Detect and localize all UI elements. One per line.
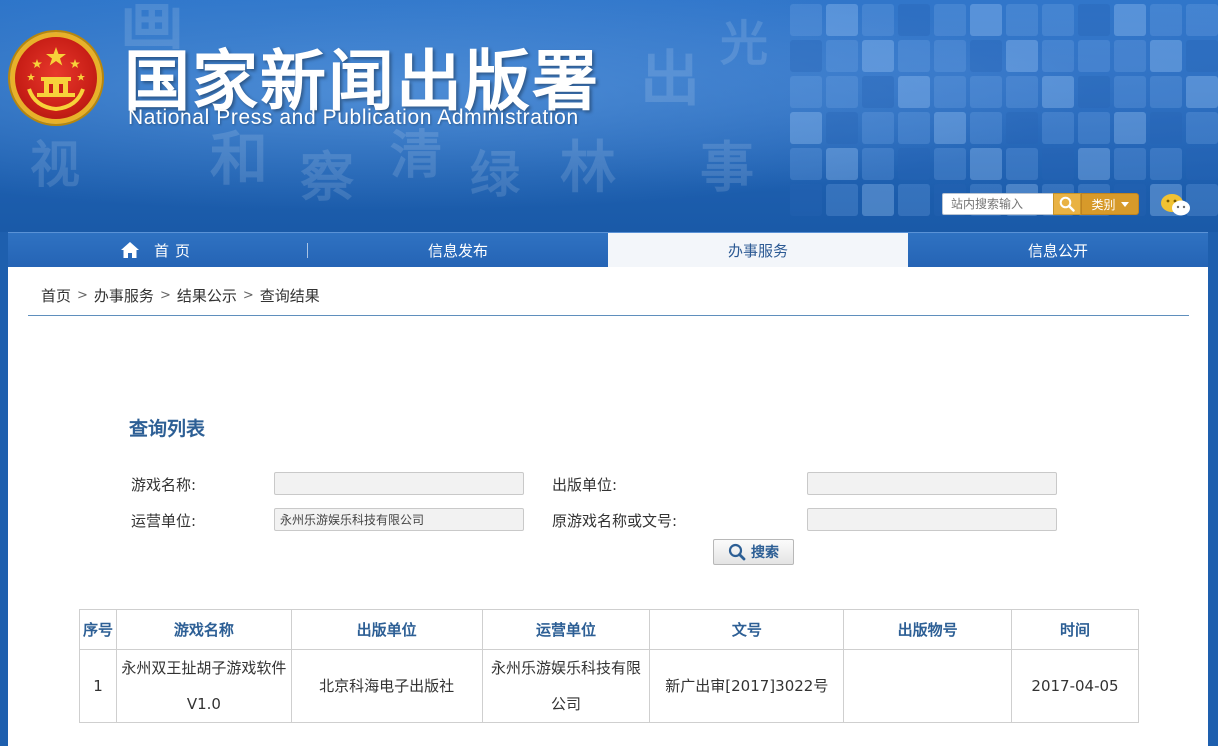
bg-calligraphy: 事 bbox=[700, 135, 754, 199]
col-header-index: 序号 bbox=[79, 609, 117, 650]
breadcrumb-separator: > bbox=[242, 288, 254, 303]
game-name-label: 游戏名称: bbox=[131, 476, 197, 494]
original-name-input[interactable] bbox=[807, 508, 1057, 531]
bg-calligraphy: 察 bbox=[300, 145, 354, 209]
main-nav: 首页 信息发布 办事服务 信息公开 bbox=[8, 232, 1208, 267]
bg-seal-grid bbox=[790, 4, 1218, 216]
query-list-title: 查询列表 bbox=[129, 418, 206, 440]
bg-calligraphy: 和 bbox=[210, 125, 269, 193]
search-icon bbox=[728, 543, 746, 561]
national-emblem-icon bbox=[10, 32, 102, 124]
col-header-game-name: 游戏名称 bbox=[115, 609, 292, 650]
cell-publisher: 北京科海电子出版社 bbox=[290, 649, 483, 723]
col-header-publisher: 出版单位 bbox=[290, 609, 483, 650]
site-header: 画 和 察 清 绿 林 出 事 视 光 国家新闻出版署 National Pre… bbox=[0, 0, 1218, 232]
bg-calligraphy: 视 bbox=[30, 135, 80, 194]
results-table: 序号 游戏名称 出版单位 运营单位 文号 出版物号 时间 1 永州双王扯胡子游戏… bbox=[79, 609, 1139, 723]
col-header-approval-no: 文号 bbox=[649, 609, 845, 650]
nav-home[interactable]: 首页 bbox=[8, 233, 308, 267]
search-icon bbox=[1059, 196, 1075, 212]
cell-game-name: 永州双王扯胡子游戏软件V1.0 bbox=[115, 649, 292, 723]
breadcrumb-query-results: 查询结果 bbox=[259, 287, 320, 305]
publisher-label: 出版单位: bbox=[552, 476, 618, 494]
original-name-label: 原游戏名称或文号: bbox=[552, 512, 678, 530]
home-icon bbox=[120, 242, 139, 258]
nav-info-release[interactable]: 信息发布 bbox=[308, 233, 608, 267]
site-search-input[interactable] bbox=[942, 193, 1054, 215]
breadcrumb-home[interactable]: 首页 bbox=[41, 285, 71, 306]
site-subtitle: National Press and Publication Administr… bbox=[128, 106, 579, 129]
site-search-button[interactable] bbox=[1053, 193, 1081, 215]
cell-date: 2017-04-05 bbox=[1011, 649, 1139, 723]
nav-info-disclosure[interactable]: 信息公开 bbox=[908, 233, 1208, 267]
main-content: 首页 > 办事服务 > 结果公示 > 查询结果 查询列表 游戏名称: 出版单位:… bbox=[8, 267, 1208, 746]
nav-home-label: 首页 bbox=[153, 241, 196, 260]
bg-calligraphy: 光 bbox=[720, 16, 769, 72]
breadcrumb-services[interactable]: 办事服务 bbox=[94, 285, 154, 306]
bg-calligraphy: 清 bbox=[390, 125, 443, 186]
col-header-operator: 运营单位 bbox=[481, 609, 651, 650]
bg-calligraphy: 绿 bbox=[470, 145, 520, 204]
operator-label: 运营单位: bbox=[131, 512, 197, 530]
category-label: 类别 bbox=[1091, 197, 1116, 212]
col-header-isbn: 出版物号 bbox=[843, 609, 1013, 650]
table-header-row: 序号 游戏名称 出版单位 运营单位 文号 出版物号 时间 bbox=[79, 609, 1139, 650]
bg-calligraphy: 出 bbox=[640, 45, 700, 115]
breadcrumb-results-notice[interactable]: 结果公示 bbox=[177, 285, 237, 306]
publisher-input[interactable] bbox=[807, 472, 1057, 495]
breadcrumb: 首页 > 办事服务 > 结果公示 > 查询结果 bbox=[41, 285, 320, 306]
query-search-button[interactable]: 搜索 bbox=[713, 539, 794, 565]
cell-isbn bbox=[843, 649, 1013, 723]
operator-input[interactable] bbox=[274, 508, 524, 531]
query-search-label: 搜索 bbox=[751, 545, 779, 561]
table-row: 1 永州双王扯胡子游戏软件V1.0 北京科海电子出版社 永州乐游娱乐科技有限公司… bbox=[79, 649, 1139, 723]
col-header-date: 时间 bbox=[1011, 609, 1139, 650]
nav-services[interactable]: 办事服务 bbox=[608, 233, 908, 267]
nav-services-label: 办事服务 bbox=[727, 241, 788, 260]
cell-approval-no: 新广出审[2017]3022号 bbox=[649, 649, 845, 723]
cell-operator: 永州乐游娱乐科技有限公司 bbox=[481, 649, 651, 723]
nav-info-release-label: 信息发布 bbox=[427, 241, 488, 260]
bg-calligraphy: 林 bbox=[560, 135, 616, 201]
caret-down-icon bbox=[1120, 201, 1129, 207]
breadcrumb-separator: > bbox=[159, 288, 171, 303]
category-dropdown[interactable]: 类别 bbox=[1081, 193, 1139, 215]
cell-index: 1 bbox=[79, 649, 117, 723]
game-name-input[interactable] bbox=[274, 472, 524, 495]
nav-info-disclosure-label: 信息公开 bbox=[1027, 241, 1088, 260]
wechat-icon[interactable] bbox=[1160, 192, 1192, 218]
breadcrumb-separator: > bbox=[77, 288, 88, 303]
breadcrumb-divider bbox=[28, 315, 1189, 316]
